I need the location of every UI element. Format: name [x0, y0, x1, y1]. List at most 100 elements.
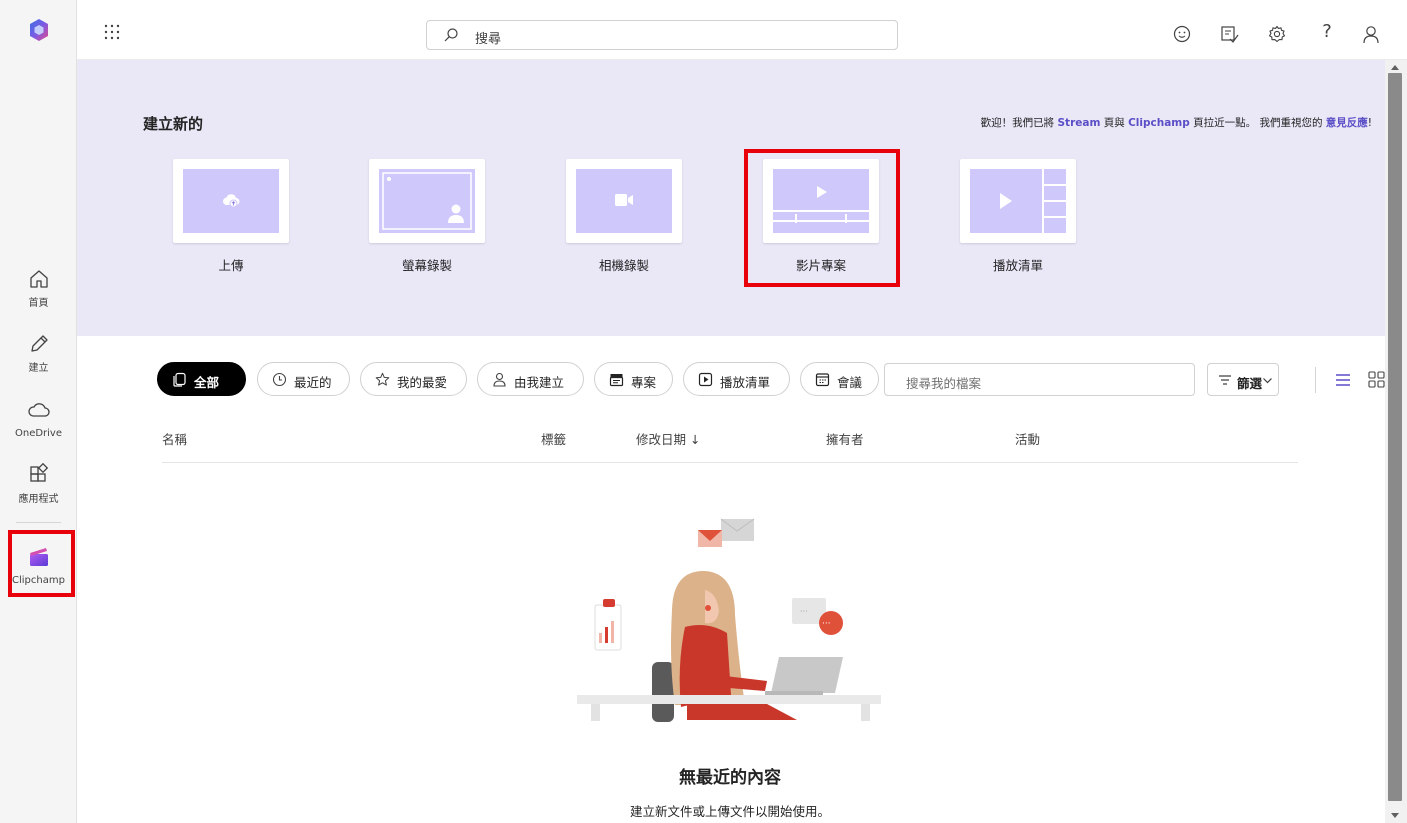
filter-pill-all[interactable]: 全部 [157, 362, 246, 396]
file-search-input[interactable]: 搜尋我的檔案 [884, 363, 1195, 396]
toolbar-divider [1315, 367, 1316, 393]
cloud-icon [27, 403, 50, 417]
calendar-icon [815, 373, 830, 387]
stream-link[interactable]: Stream [1057, 117, 1100, 129]
column-header-modified[interactable]: 修改日期 ↓ [636, 429, 700, 448]
scroll-down-arrow-icon[interactable] [1391, 813, 1399, 818]
pill-label: 我的最愛 [397, 375, 448, 390]
empty-state-subtitle: 建立新文件或上傳文件以開始使用。 [629, 804, 830, 819]
filter-pill-projects[interactable]: 專案 [594, 362, 673, 396]
microsoft365-logo-icon[interactable] [27, 18, 51, 42]
pill-label: 會議 [837, 375, 863, 390]
column-header-activity[interactable]: 活動 [1015, 429, 1040, 448]
tile-card [960, 159, 1076, 243]
tile-thumbnail [970, 169, 1066, 233]
person-icon [493, 372, 506, 387]
play-square-icon [698, 372, 713, 387]
file-search-placeholder: 搜尋我的檔案 [906, 376, 982, 391]
table-header-divider [162, 462, 1298, 463]
highlight-box-video-project [744, 149, 900, 287]
filter-label: 篩選 [1237, 376, 1263, 391]
pill-label: 最近的 [294, 375, 332, 390]
rail-item-create[interactable]: 建立 [0, 332, 77, 375]
star-icon [375, 372, 390, 386]
rail-divider [16, 522, 61, 523]
welcome-message-text: 歡迎！我們已將 [980, 117, 1058, 129]
tile-label: 播放清單 [992, 258, 1043, 273]
filter-lines-icon [1219, 375, 1231, 385]
feedback-link[interactable]: 意見反應 [1326, 117, 1368, 129]
tile-thumbnail [576, 169, 672, 233]
tile-thumbnail [379, 169, 475, 233]
filter-pill-created-by-me[interactable]: 由我建立 [477, 362, 584, 396]
scrollbar-thumb[interactable] [1388, 73, 1402, 801]
tile-camera-record[interactable]: 相機錄製 [566, 159, 682, 275]
empty-state-title: 無最近的內容 [679, 768, 781, 788]
rail-item-label: OneDrive [14, 428, 63, 439]
apps-icon [29, 463, 48, 482]
search-icon [444, 28, 458, 42]
pill-label: 全部 [194, 375, 220, 390]
pill-label: 播放清單 [720, 375, 771, 390]
vertical-scrollbar[interactable] [1385, 60, 1407, 823]
pen-icon [30, 335, 48, 352]
tile-label: 螢幕錄製 [401, 258, 452, 273]
rail-item-apps[interactable]: 應用程式 [0, 463, 77, 506]
svg-text:···: ··· [800, 607, 808, 616]
chevron-down-icon [1263, 378, 1272, 384]
rail-item-label: 應用程式 [18, 494, 59, 505]
welcome-message-text: 頁與 [1100, 117, 1129, 129]
filter-pill-meetings[interactable]: 會議 [800, 362, 879, 396]
rail-item-onedrive[interactable]: OneDrive [0, 398, 77, 440]
filter-pill-recent[interactable]: 最近的 [257, 362, 350, 396]
settings-icon[interactable] [1267, 24, 1287, 44]
tile-label: 上傳 [218, 258, 244, 273]
all-icon [173, 372, 186, 387]
top-bar: 搜尋 ? [77, 0, 1407, 60]
tile-label: 相機錄製 [598, 258, 649, 273]
camera-icon [615, 194, 633, 206]
column-header-owner[interactable]: 擁有者 [826, 429, 864, 448]
filter-pill-favorites[interactable]: 我的最愛 [360, 362, 467, 396]
tile-screen-record[interactable]: 螢幕錄製 [369, 159, 485, 275]
app-launcher-icon[interactable] [104, 24, 120, 40]
welcome-message: 歡迎！我們已將 Stream 頁與 Clipchamp 頁拉近一點。 我們重視您… [981, 115, 1372, 130]
clapper-icon [609, 374, 624, 387]
section-title: 建立新的 [143, 115, 204, 133]
smiley-icon[interactable] [1172, 24, 1192, 44]
upload-cloud-icon [223, 194, 240, 208]
clipchamp-link[interactable]: Clipchamp [1128, 117, 1190, 129]
rail-item-label: 首頁 [28, 298, 49, 309]
pill-label: 由我建立 [514, 375, 565, 390]
tile-thumbnail [183, 169, 279, 233]
highlight-box-clipchamp [8, 530, 75, 597]
screen-record-icon [382, 172, 472, 230]
create-new-section: 建立新的 歡迎！我們已將 Stream 頁與 Clipchamp 頁拉近一點。 … [77, 60, 1385, 336]
feedback-icon[interactable] [1219, 24, 1239, 44]
column-header-name[interactable]: 名稱 [162, 429, 187, 448]
filter-pill-playlists[interactable]: 播放清單 [683, 362, 790, 396]
welcome-message-text: 頁拉近一點。 我們重視您的 [1189, 117, 1326, 129]
rail-item-label: 建立 [28, 363, 49, 374]
pill-label: 專案 [631, 375, 657, 390]
filter-button[interactable]: 篩選 [1207, 363, 1279, 396]
tile-upload[interactable]: 上傳 [173, 159, 289, 275]
tile-playlist[interactable]: 播放清單 [960, 159, 1076, 275]
clock-icon [272, 372, 287, 387]
empty-state-illustration: ··· ··· [577, 518, 881, 722]
column-header-tags[interactable]: 標籤 [541, 429, 566, 448]
home-icon [29, 270, 48, 288]
left-rail: 首頁 建立 OneDrive 應用程式 Clipchamp [0, 0, 77, 823]
scroll-up-arrow-icon[interactable] [1391, 65, 1399, 70]
help-icon[interactable]: ? [1317, 21, 1337, 42]
svg-text:···: ··· [822, 619, 831, 629]
global-search-input[interactable]: 搜尋 [426, 20, 898, 50]
tile-card [173, 159, 289, 243]
account-icon[interactable] [1361, 24, 1381, 44]
playlist-icon [1000, 169, 1066, 233]
welcome-message-text: ! [1367, 117, 1372, 129]
grid-view-icon[interactable] [1368, 371, 1385, 388]
rail-item-home[interactable]: 首頁 [0, 267, 77, 310]
list-view-icon[interactable] [1335, 372, 1351, 388]
tile-card [369, 159, 485, 243]
